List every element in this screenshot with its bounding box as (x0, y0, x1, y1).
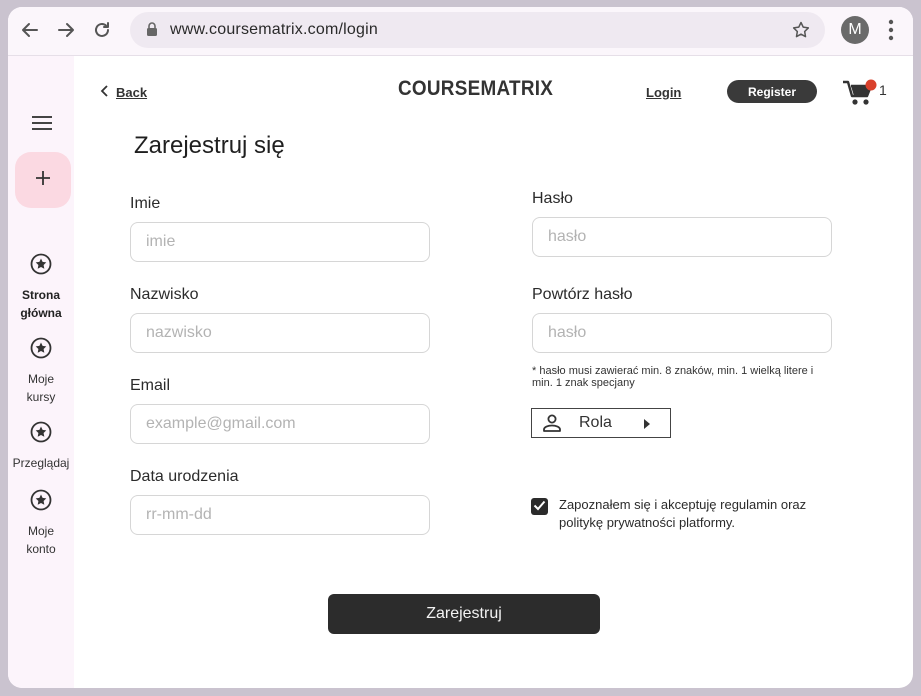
star-circle-icon (8, 337, 74, 364)
register-button[interactable]: Register (727, 80, 817, 103)
page-title: Zarejestruj się (134, 132, 285, 159)
submit-register-button[interactable]: Zarejestruj (328, 594, 600, 634)
birth-date-label: Data urodzenia (130, 468, 239, 485)
consent-checkbox[interactable] (531, 498, 548, 515)
brand-logo[interactable]: COURSEMATRIX (398, 77, 553, 101)
star-icon[interactable] (791, 20, 811, 45)
address-bar[interactable]: www.coursematrix.com/login (130, 12, 825, 48)
lock-icon (146, 22, 158, 42)
back-label: Back (116, 85, 148, 100)
caret-right-icon (643, 417, 651, 435)
cart-badge (865, 79, 877, 91)
rail-item-label: Strona główna (20, 288, 62, 320)
back-link[interactable]: Back (100, 85, 147, 100)
first-name-label: Imie (130, 195, 161, 212)
add-button[interactable] (15, 152, 71, 208)
rail-item-moje-kursy[interactable]: Moje kursy (8, 337, 74, 406)
rail-item-label: Moje konto (26, 524, 56, 556)
rail-item-label: Przeglądaj (12, 456, 70, 470)
rail-item-label: Moje kursy (26, 372, 56, 404)
email-label: Email (130, 377, 171, 394)
last-name-input[interactable] (130, 313, 430, 353)
rail-item-strona-glowna[interactable]: Strona główna (8, 253, 74, 322)
consent-text: Zapoznałem się i akceptuję regulamin ora… (559, 497, 807, 530)
cart-count: 1 (879, 82, 887, 98)
browser-toolbar: www.coursematrix.com/login M (8, 7, 913, 56)
plus-icon (35, 170, 51, 191)
star-circle-icon (8, 489, 74, 516)
star-circle-icon (8, 253, 74, 280)
forward-arrow-icon[interactable] (54, 18, 78, 42)
hamburger-menu-icon[interactable] (32, 116, 52, 135)
browser-window: www.coursematrix.com/login M Strona głów… (8, 7, 913, 688)
avatar[interactable]: M (841, 16, 869, 44)
role-label: Rola (579, 414, 612, 431)
checkmark-icon (533, 498, 546, 516)
rail-item-moje-konto[interactable]: Moje konto (8, 489, 74, 558)
password-input[interactable] (532, 217, 832, 257)
rail-item-przegladaj[interactable]: Przeglądaj (8, 421, 74, 472)
role-dropdown[interactable]: Rola (531, 408, 671, 438)
birth-date-input[interactable] (130, 495, 430, 535)
back-arrow-icon[interactable] (18, 18, 42, 42)
password-repeat-input[interactable] (532, 313, 832, 353)
star-circle-icon (8, 421, 74, 448)
navigation-rail: Strona główna Moje kursy Przeglądaj Moje… (8, 56, 74, 688)
chevron-left-icon (100, 85, 108, 100)
kebab-menu-icon[interactable] (888, 19, 894, 46)
person-icon (542, 414, 562, 437)
reload-icon[interactable] (90, 18, 114, 42)
password-label: Hasło (532, 190, 573, 207)
password-hint: * hasło musi zawierać min. 8 znaków, min… (532, 365, 814, 389)
password-repeat-label: Powtórz hasło (532, 286, 633, 303)
email-field[interactable] (130, 404, 430, 444)
first-name-input[interactable] (130, 222, 430, 262)
login-link[interactable]: Login (646, 85, 681, 100)
last-name-label: Nazwisko (130, 286, 199, 303)
url-text: www.coursematrix.com/login (170, 21, 378, 38)
cart-icon[interactable] (842, 79, 878, 112)
